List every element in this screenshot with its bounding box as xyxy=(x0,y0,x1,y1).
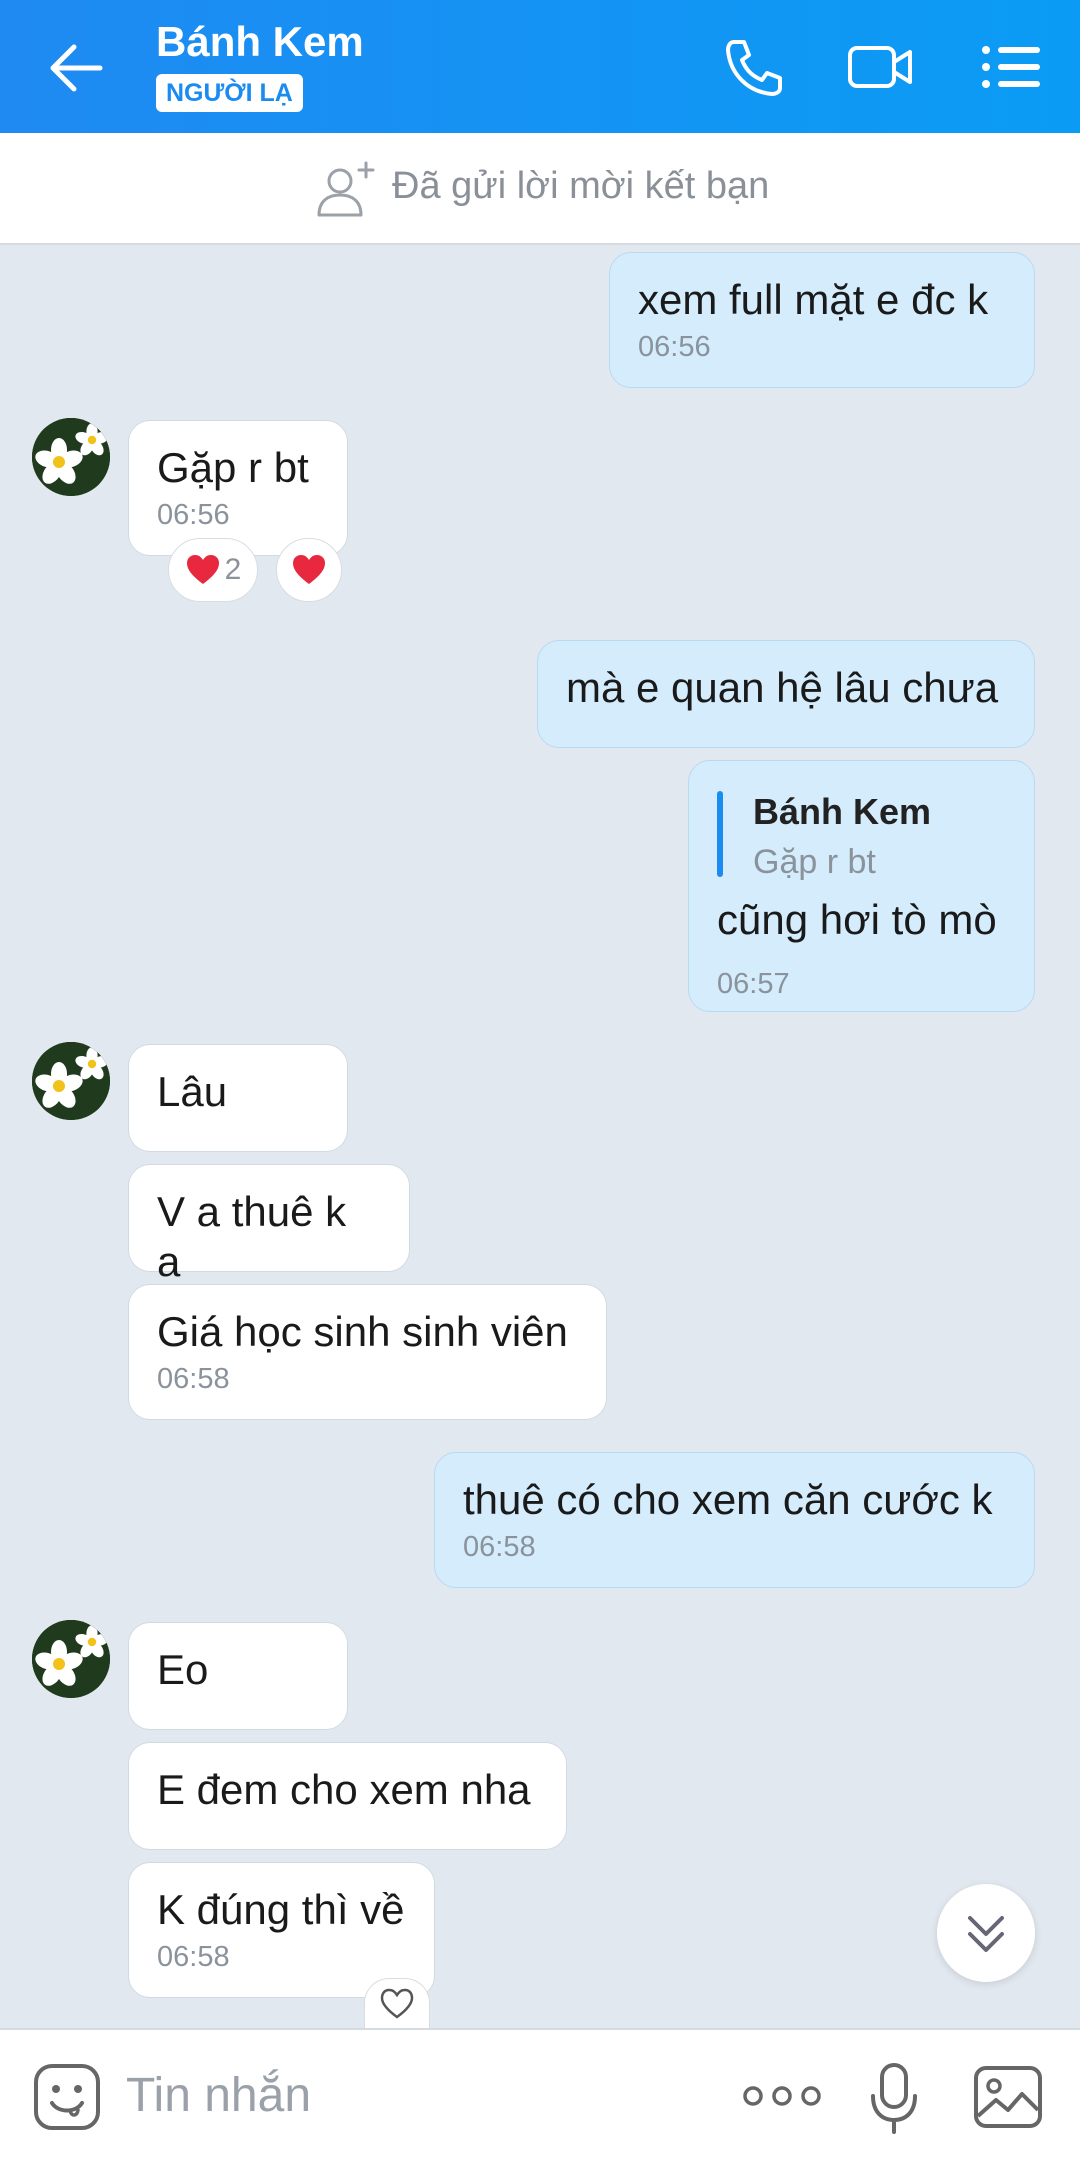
message-bubble-outgoing[interactable]: mà e quan hệ lâu chưa xyxy=(537,640,1035,748)
message-time: 06:56 xyxy=(638,331,711,363)
contact-avatar[interactable] xyxy=(32,418,110,496)
add-friend-icon xyxy=(316,159,378,221)
message-text: cũng hơi tò mò xyxy=(717,896,997,943)
message-text: E đem cho xem nha xyxy=(157,1766,531,1813)
scroll-to-bottom-button[interactable] xyxy=(937,1884,1035,1982)
message-bubble-incoming[interactable]: Lâu xyxy=(128,1044,348,1152)
contact-avatar[interactable] xyxy=(32,1620,110,1698)
message-time: 06:57 xyxy=(717,968,790,1000)
message-text: K đúng thì về xyxy=(157,1886,405,1933)
image-picker-button[interactable] xyxy=(972,2064,1044,2130)
message-text: xem full mặt e đc k xyxy=(638,276,989,323)
message-time: 06:58 xyxy=(157,1941,230,1973)
message-text: mà e quan hệ lâu chưa xyxy=(566,664,999,711)
react-button[interactable] xyxy=(276,538,342,602)
back-button[interactable] xyxy=(44,38,108,98)
double-chevron-down-icon xyxy=(968,1916,1004,1952)
message-text: V a thuê k a xyxy=(157,1188,347,1285)
microphone-icon xyxy=(871,2063,917,2134)
flower-avatar-image xyxy=(32,418,110,496)
stranger-badge: NGƯỜI LẠ xyxy=(156,74,303,112)
reaction-count: 2 xyxy=(224,553,242,586)
message-time: 06:58 xyxy=(463,1531,536,1563)
message-text: thuê có cho xem căn cước k xyxy=(463,1476,993,1523)
contact-name[interactable]: Bánh Kem xyxy=(156,18,364,66)
composer-bar xyxy=(0,2028,1080,2157)
contact-avatar[interactable] xyxy=(32,1042,110,1120)
video-call-button[interactable] xyxy=(846,36,914,98)
message-time: 06:58 xyxy=(157,1363,230,1395)
heart-outline-icon xyxy=(380,1988,414,2019)
list-menu-icon xyxy=(982,46,1040,88)
flower-avatar-image xyxy=(32,1620,110,1698)
message-bubble-incoming[interactable]: E đem cho xem nha xyxy=(128,1742,567,1850)
heart-icon xyxy=(293,555,325,584)
chat-header: Bánh Kem NGƯỜI LẠ xyxy=(0,0,1080,133)
sticker-emoji-icon xyxy=(34,2064,100,2130)
message-time: 06:56 xyxy=(157,499,230,531)
message-bubble-outgoing[interactable]: xem full mặt e đc k 06:56 xyxy=(609,252,1035,388)
message-text: Eo xyxy=(157,1646,209,1693)
react-button[interactable] xyxy=(364,1978,430,2028)
message-text: Lâu xyxy=(157,1068,228,1115)
back-arrow-icon xyxy=(50,44,103,92)
reaction-summary[interactable]: 2 xyxy=(168,538,258,602)
heart-icon xyxy=(186,555,219,584)
video-camera-icon xyxy=(848,46,912,88)
message-text: Giá học sinh sinh viên xyxy=(157,1308,568,1355)
options-menu-button[interactable] xyxy=(978,36,1046,98)
message-bubble-incoming[interactable]: Giá học sinh sinh viên 06:58 xyxy=(128,1284,607,1420)
more-dots-icon xyxy=(743,2086,821,2106)
friend-request-status: Đã gửi lời mời kết bạn xyxy=(392,165,770,207)
voice-record-button[interactable] xyxy=(868,2062,920,2136)
quote-indicator xyxy=(717,791,723,877)
message-bubble-incoming[interactable]: Eo xyxy=(128,1622,348,1730)
phone-icon xyxy=(726,40,782,96)
message-bubble-outgoing[interactable]: thuê có cho xem căn cước k 06:58 xyxy=(434,1452,1035,1588)
voice-call-button[interactable] xyxy=(718,36,786,98)
message-bubble-incoming[interactable]: Gặp r bt 06:56 xyxy=(128,420,348,556)
message-text: Gặp r bt xyxy=(157,444,309,491)
friend-request-bar: Đã gửi lời mời kết bạn xyxy=(0,133,1080,245)
sticker-button[interactable] xyxy=(32,2062,102,2132)
message-bubble-outgoing-reply[interactable]: Bánh Kem Gặp r bt cũng hơi tò mò 06:57 xyxy=(688,760,1035,1012)
flower-avatar-image xyxy=(32,1042,110,1120)
image-gallery-icon xyxy=(974,2066,1042,2128)
message-input[interactable] xyxy=(126,2058,686,2132)
quoted-sender: Bánh Kem xyxy=(753,791,932,832)
more-options-button[interactable] xyxy=(740,2076,824,2116)
quoted-text: Gặp r bt xyxy=(753,843,876,881)
message-bubble-incoming[interactable]: V a thuê k a xyxy=(128,1164,410,1285)
